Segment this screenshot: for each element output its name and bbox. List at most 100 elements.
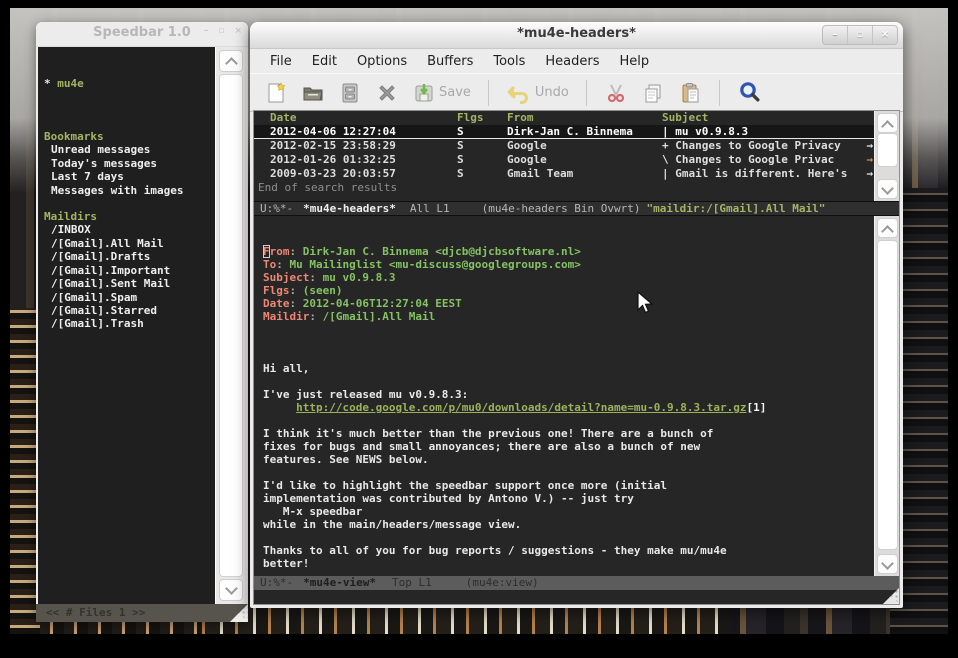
mu4e-view-pane: From: Dirk-Jan C. Binnema <djcb@djcbsoft… [254, 216, 875, 576]
emacs-minimize-button[interactable]: – [823, 26, 847, 44]
speedbar-item[interactable]: /[Gmail].Drafts [44, 250, 215, 263]
speedbar-item[interactable]: Unread messages [44, 143, 215, 156]
emacs-maximize-button[interactable]: ▫ [847, 26, 872, 44]
headers-row[interactable]: 2012-01-26 01:32:25SGoogle\ Changes to G… [254, 153, 875, 167]
menu-headers[interactable]: Headers [535, 52, 609, 71]
toolbar-cut-button[interactable] [604, 81, 628, 105]
headers-scrollbar-thumb[interactable] [877, 133, 898, 167]
menu-file[interactable]: File [260, 52, 302, 71]
close-x-icon [375, 81, 399, 105]
speedbar-close-button[interactable]: × [234, 26, 242, 36]
toolbar-separator [719, 80, 720, 106]
speedbar-item[interactable]: /[Gmail].Sent Mail [44, 277, 215, 290]
header-flags: S [457, 153, 464, 167]
speedbar-scroll-up-button[interactable] [219, 50, 243, 72]
toolbar-search-button[interactable] [737, 80, 763, 106]
field-value: (seen) [303, 284, 343, 297]
minibuffer-echo-area[interactable] [254, 590, 899, 604]
speedbar-minimize-button[interactable]: – [204, 26, 209, 36]
toolbar-open-folder-button[interactable] [301, 81, 325, 105]
speedbar-item[interactable]: /[Gmail].Important [44, 264, 215, 277]
emacs-window: *mu4e-headers* – ▫ × FileEditOptionsBuff… [250, 22, 903, 608]
headers-scrollbar[interactable] [874, 111, 899, 201]
speedbar-item[interactable]: Messages with images [44, 184, 215, 197]
modeline-prefix: U:%*- [260, 202, 293, 215]
speedbar-maximize-button[interactable]: ▫ [218, 26, 224, 36]
header-from: Dirk-Jan C. Binnema [507, 125, 633, 138]
toolbar-undo-button[interactable]: Undo [506, 81, 569, 105]
column-flags: Flgs [457, 111, 484, 125]
speedbar-status-bar[interactable]: << # Files 1 >> [36, 604, 248, 622]
chevron-down-icon [881, 182, 894, 195]
header-from: Google [507, 139, 547, 153]
speedbar-root-item[interactable]: * mu4e [44, 77, 215, 90]
toolbar-new-file-button[interactable] [264, 81, 288, 105]
header-from: Google [507, 153, 547, 167]
menu-edit[interactable]: Edit [302, 52, 347, 71]
truncation-arrow-icon: → [866, 139, 873, 153]
toolbar-paste-button[interactable] [678, 81, 702, 105]
header-date: 2012-04-06 12:27:04 [270, 125, 396, 138]
emacs-close-button[interactable]: × [872, 26, 897, 44]
headers-scroll-up-button[interactable] [877, 113, 898, 133]
view-scroll-down-button[interactable] [877, 554, 898, 574]
speedbar-item[interactable]: /[Gmail].Starred [44, 304, 215, 317]
file-cabinet-icon [338, 81, 362, 105]
speedbar-item[interactable]: /[Gmail].All Mail [44, 237, 215, 250]
speedbar-scrollbar-thumb[interactable] [219, 74, 243, 577]
message-field: Date: 2012-04-06T12:27:04 EEST [263, 297, 875, 310]
headers-column-row: Date Flgs From Subject [254, 111, 875, 125]
desktop-screen: Speedbar 1.0 – ▫ × * mu4e BookmarksUnrea… [0, 0, 958, 658]
menu-help[interactable]: Help [610, 52, 660, 71]
toolbar-close-buffer-button[interactable] [375, 81, 399, 105]
header-date: 2009-03-23 20:03:57 [270, 167, 396, 181]
headers-row[interactable]: 2009-03-23 20:03:57SGmail Team| Gmail is… [254, 167, 875, 181]
toolbar-save-button[interactable]: Save [412, 81, 471, 105]
modeline-buffer-name: *mu4e-view* [303, 576, 376, 589]
truncation-arrow-icon: → [866, 153, 873, 167]
mouse-cursor [636, 291, 654, 315]
speedbar-item[interactable]: /[Gmail].Trash [44, 317, 215, 330]
truncation-arrow-icon: → [866, 167, 873, 181]
message-field: Subject: mu v0.9.8.3 [263, 271, 875, 284]
save-icon [412, 81, 436, 105]
search-icon [737, 80, 763, 106]
message-body-line: I'd like to highlight the speedbar suppo… [263, 479, 875, 492]
view-scroll-up-button[interactable] [877, 218, 898, 238]
menu-buffers[interactable]: Buffers [417, 52, 483, 71]
modeline-query: "maildir:/[Gmail].All Mail" [647, 202, 826, 215]
field-label: Flgs [263, 284, 290, 297]
view-scrollbar[interactable] [874, 216, 899, 576]
toolbar-copy-button[interactable] [641, 81, 665, 105]
speedbar-item[interactable]: /[Gmail].Spam [44, 291, 215, 304]
headers-row[interactable]: 2012-02-15 23:58:29SGoogle+ Changes to G… [254, 139, 875, 153]
view-scrollbar-thumb[interactable] [877, 240, 898, 550]
menu-options[interactable]: Options [347, 52, 417, 71]
chevron-down-icon [881, 557, 894, 570]
field-value: Mu Mailinglist <mu-discuss@googlegroups.… [290, 258, 581, 271]
speedbar-scroll-down-button[interactable] [219, 579, 243, 601]
speedbar-item[interactable]: Today's messages [44, 157, 215, 170]
toolbar-file-cabinet-button[interactable] [338, 81, 362, 105]
headers-row[interactable]: 2012-04-06 12:27:04SDirk-Jan C. Binnema|… [254, 125, 875, 139]
speedbar-item[interactable]: Last 7 days [44, 170, 215, 183]
message-body-line [263, 375, 875, 388]
header-subject: + Changes to Google Privacy [662, 139, 841, 153]
message-link[interactable]: http://code.google.com/p/mu0/downloads/d… [296, 401, 746, 414]
emacs-titlebar[interactable]: *mu4e-headers* – ▫ × [250, 22, 903, 49]
message-body-line: I think it's much better than the previo… [263, 427, 875, 440]
speedbar-item[interactable]: /INBOX [44, 223, 215, 236]
header-subject: \ Changes to Google Privac [662, 153, 834, 167]
modeline-buffer-name: *mu4e-headers* [303, 202, 396, 215]
new-file-icon [264, 81, 288, 105]
menu-tools[interactable]: Tools [483, 52, 535, 71]
speedbar-scrollbar[interactable] [215, 47, 246, 604]
view-modeline: U:%*-*mu4e-view*Top L1(mu4e:view) [254, 576, 899, 590]
header-date: 2012-02-15 23:58:29 [270, 139, 396, 153]
speedbar-titlebar[interactable]: Speedbar 1.0 – ▫ × [36, 22, 248, 47]
header-flags: S [457, 167, 464, 181]
headers-scroll-down-button[interactable] [877, 179, 898, 199]
speedbar-section-bookmarks: Bookmarks [44, 130, 215, 143]
mu4e-headers-pane: Date Flgs From Subject 2012-04-06 12:27:… [254, 111, 875, 201]
field-value: 2012-04-06T12:27:04 EEST [303, 297, 462, 310]
